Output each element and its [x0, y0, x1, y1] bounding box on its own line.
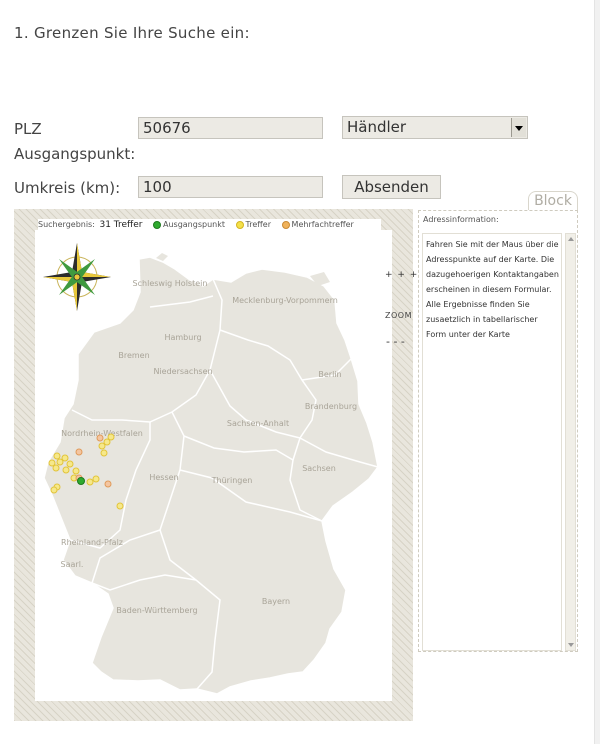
- state-label-schleswig-holstein: Schleswig Holstein: [133, 279, 208, 288]
- compass-icon: [43, 243, 111, 311]
- marker-hit[interactable]: [116, 502, 124, 510]
- marker-hit[interactable]: [62, 466, 70, 474]
- marker-hit[interactable]: [66, 460, 74, 468]
- marker-hit[interactable]: [98, 442, 106, 450]
- marker-hit[interactable]: [92, 475, 100, 483]
- marker-multihit[interactable]: [75, 448, 83, 456]
- marker-hit[interactable]: [100, 449, 108, 457]
- state-label-hamburg: Hamburg: [164, 333, 201, 342]
- address-scrollbar[interactable]: [565, 233, 576, 651]
- state-label-hessen: Hessen: [149, 473, 178, 482]
- marker-multihit[interactable]: [96, 434, 104, 442]
- state-label-sachsen: Sachsen: [302, 464, 336, 473]
- state-label-niedersachsen: Niedersachsen: [153, 367, 212, 376]
- zoom-label: ZOOM: [385, 311, 412, 320]
- state-label-berlin: Berlin: [318, 370, 341, 379]
- state-label-bremen: Bremen: [118, 351, 149, 360]
- state-label-rheinland-pfalz: Rheinland-Pfalz: [61, 538, 123, 547]
- zoom-out-button[interactable]: - - -: [386, 335, 405, 348]
- zoom-minus-icon: - - -: [386, 335, 405, 348]
- marker-start[interactable]: [77, 477, 85, 485]
- scroll-down-icon[interactable]: [566, 641, 575, 650]
- state-label-bayern: Bayern: [262, 597, 290, 606]
- marker-hit[interactable]: [53, 452, 61, 460]
- marker-hit[interactable]: [72, 467, 80, 475]
- state-label-thueringen: Thüringen: [211, 476, 253, 485]
- address-textarea[interactable]: Fahren Sie mit der Maus über die Adressp…: [422, 233, 562, 651]
- state-label-sachsen-anhalt: Sachsen-Anhalt: [227, 419, 289, 428]
- state-label-brandenburg: Brandenburg: [305, 402, 357, 411]
- marker-multihit[interactable]: [104, 480, 112, 488]
- marker-hit[interactable]: [52, 464, 60, 472]
- marker-hit[interactable]: [56, 458, 64, 466]
- state-label-baden-wuerttemberg: Baden-Württemberg: [116, 606, 197, 615]
- block-tab[interactable]: Block: [528, 191, 578, 211]
- address-instructions: Fahren Sie mit der Maus über die Adressp…: [426, 240, 559, 339]
- scroll-up-icon[interactable]: [566, 234, 575, 243]
- address-panel: Adressinformation: Fahren Sie mit der Ma…: [418, 210, 578, 652]
- address-panel-title: Adressinformation:: [423, 215, 499, 224]
- marker-hit[interactable]: [50, 486, 58, 494]
- state-label-mecklenburg: Mecklenburg-Vorpommern: [232, 296, 338, 305]
- state-label-saarland: Saarl.: [61, 560, 84, 569]
- marker-hit[interactable]: [86, 478, 94, 486]
